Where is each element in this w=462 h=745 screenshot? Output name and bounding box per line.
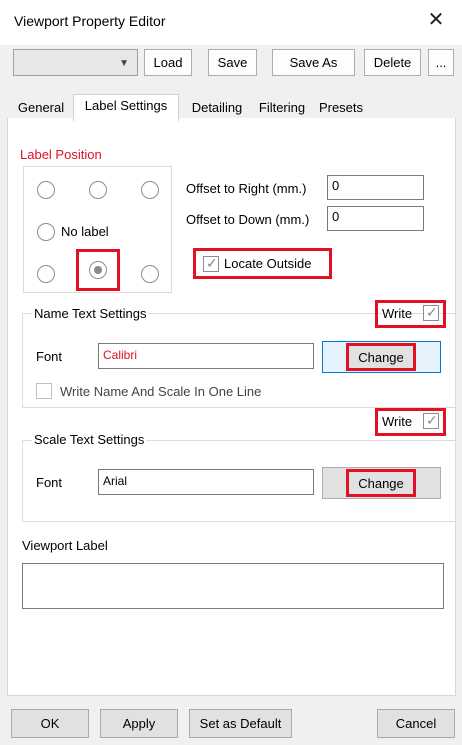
scale-text-title: Scale Text Settings bbox=[32, 432, 147, 447]
label-position-title: Label Position bbox=[20, 147, 102, 162]
save-as-button[interactable]: Save As bbox=[272, 49, 355, 76]
name-text-title: Name Text Settings bbox=[32, 306, 149, 321]
preset-combo[interactable]: ▼ bbox=[13, 49, 138, 76]
locate-outside-checkbox[interactable] bbox=[203, 255, 219, 272]
viewport-label-title: Viewport Label bbox=[22, 538, 108, 553]
radio-bottom-right[interactable] bbox=[141, 265, 159, 283]
name-font-label: Font bbox=[36, 349, 63, 364]
close-icon[interactable]: ✕ bbox=[426, 10, 446, 30]
name-font-field[interactable]: Calibri bbox=[98, 343, 314, 369]
viewport-label-textarea[interactable] bbox=[22, 563, 444, 609]
ok-button[interactable]: OK bbox=[11, 709, 89, 738]
scale-write-label: Write bbox=[382, 414, 413, 429]
name-write-checkbox[interactable] bbox=[423, 304, 439, 321]
chevron-down-icon: ▼ bbox=[119, 58, 129, 69]
name-change-button[interactable]: Change bbox=[346, 343, 416, 371]
radio-top-center[interactable] bbox=[89, 181, 107, 199]
radio-no-label[interactable] bbox=[37, 223, 55, 241]
more-button[interactable]: ... bbox=[428, 49, 454, 76]
scale-change-button[interactable]: Change bbox=[346, 469, 416, 497]
radio-top-right[interactable] bbox=[141, 181, 159, 199]
tab-general[interactable]: General bbox=[11, 97, 71, 119]
set-default-button[interactable]: Set as Default bbox=[189, 709, 292, 738]
tab-detailing[interactable]: Detailing bbox=[183, 97, 251, 119]
window-title: Viewport Property Editor bbox=[14, 13, 166, 29]
offset-down-label: Offset to Down (mm.) bbox=[186, 212, 310, 227]
tab-label-settings[interactable]: Label Settings bbox=[73, 94, 179, 121]
offset-down-input[interactable]: 0 bbox=[327, 206, 424, 231]
scale-font-label: Font bbox=[36, 475, 63, 490]
apply-button[interactable]: Apply bbox=[100, 709, 178, 738]
locate-outside-label: Locate Outside bbox=[224, 256, 312, 271]
scale-write-checkbox[interactable] bbox=[423, 412, 439, 429]
tab-presets[interactable]: Presets bbox=[313, 97, 369, 119]
delete-button[interactable]: Delete bbox=[364, 49, 421, 76]
name-write-label: Write bbox=[382, 306, 413, 321]
load-button[interactable]: Load bbox=[144, 49, 192, 76]
one-line-label: Write Name And Scale In One Line bbox=[60, 384, 262, 399]
save-button[interactable]: Save bbox=[208, 49, 257, 76]
offset-right-input[interactable]: 0 bbox=[327, 175, 424, 200]
radio-top-left[interactable] bbox=[37, 181, 55, 199]
one-line-checkbox[interactable] bbox=[36, 383, 52, 399]
no-label-text: No label bbox=[61, 224, 109, 239]
cancel-button[interactable]: Cancel bbox=[377, 709, 455, 738]
scale-font-field[interactable]: Arial bbox=[98, 469, 314, 495]
offset-right-label: Offset to Right (mm.) bbox=[186, 181, 307, 196]
radio-bottom-center[interactable] bbox=[89, 261, 107, 279]
tab-filtering[interactable]: Filtering bbox=[253, 97, 311, 119]
radio-bottom-left[interactable] bbox=[37, 265, 55, 283]
